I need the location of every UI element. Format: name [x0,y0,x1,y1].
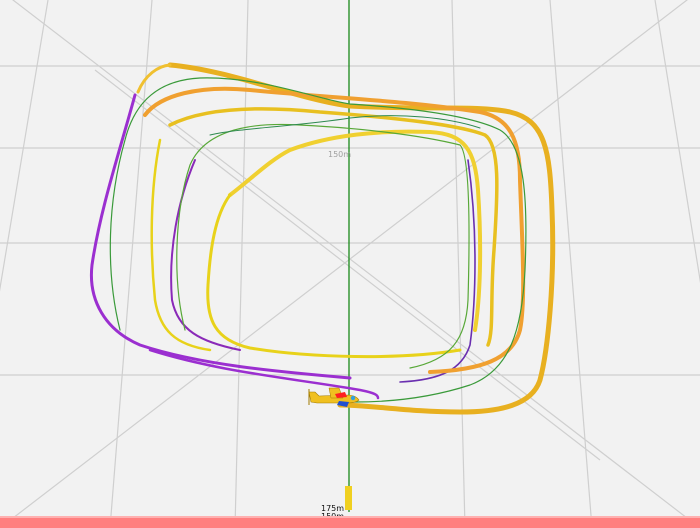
ring-label: 150m [328,150,351,159]
viewport-background [0,0,700,528]
flight-3d-view[interactable]: 150m 175m 150m [0,0,700,528]
altitude-bar [345,486,352,510]
bottom-bar-highlight [0,516,700,518]
